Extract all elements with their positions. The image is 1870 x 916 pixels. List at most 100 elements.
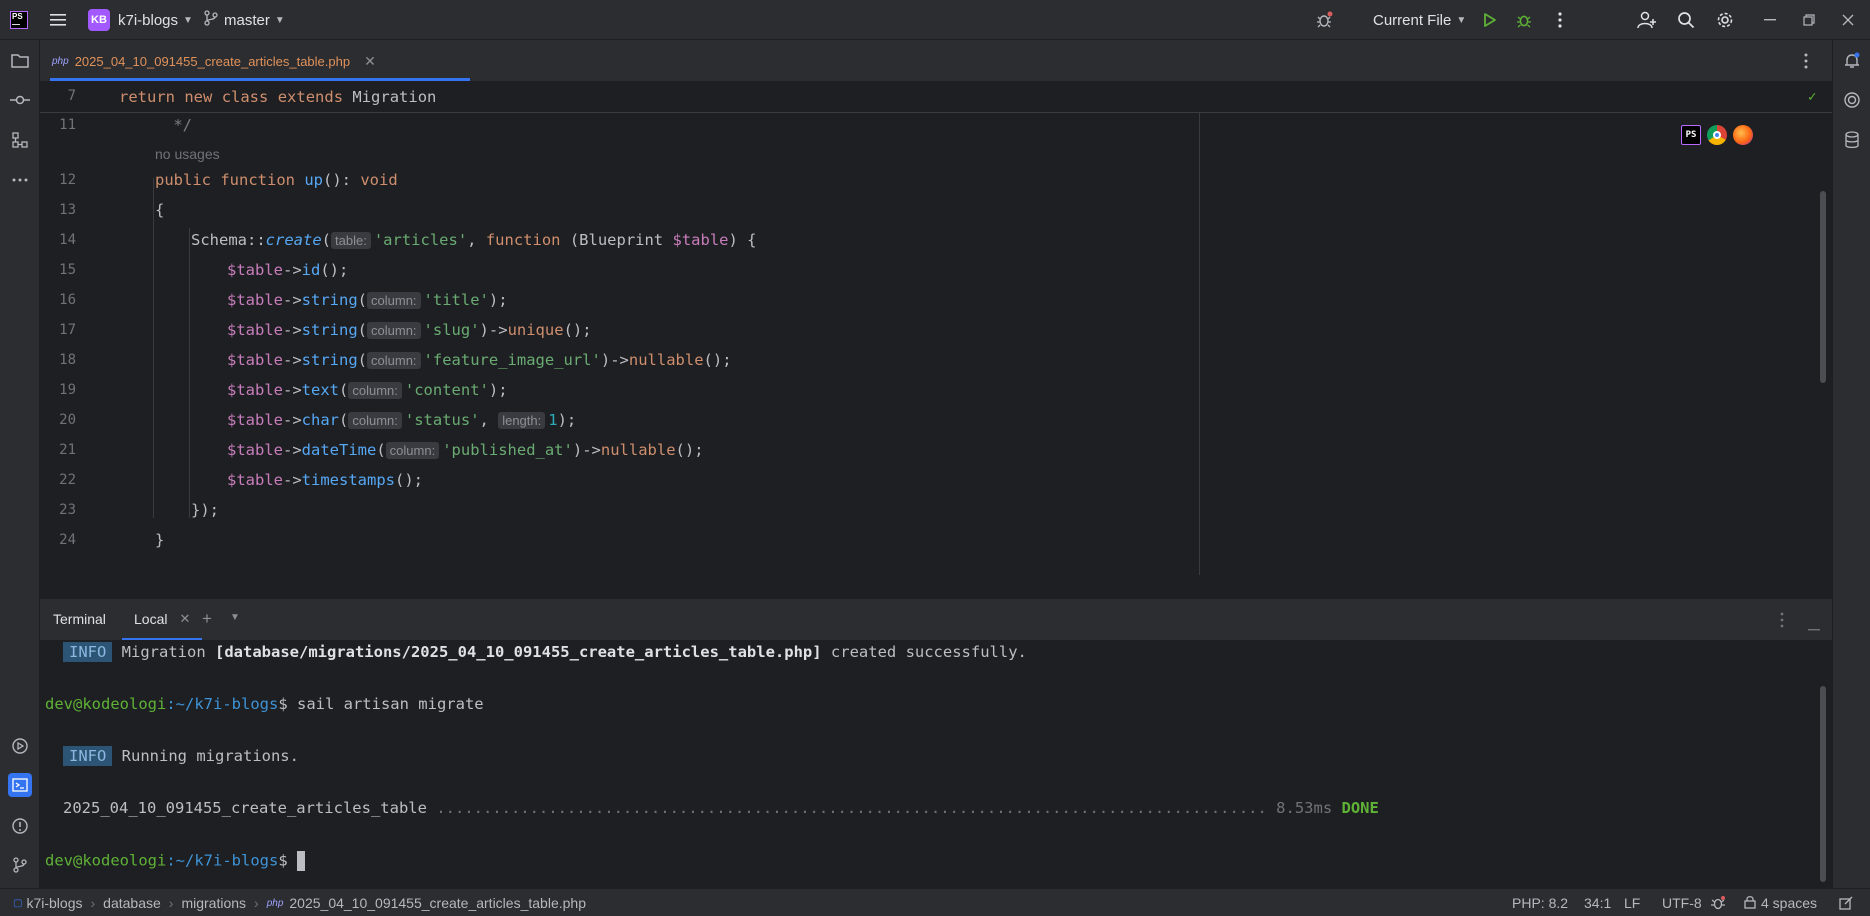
- terminal-scrollbar[interactable]: [1820, 686, 1826, 882]
- terminal-header: Terminal Local ✕ + ▼: [40, 598, 1832, 641]
- line-number: 24: [59, 532, 76, 548]
- branch-selector[interactable]: master ▼: [204, 0, 285, 40]
- code-line: $table->id();: [227, 261, 349, 279]
- sticky-scroll-line[interactable]: 7 return new class extends Migration ✓: [40, 83, 1832, 113]
- terminal-tab-label: Local: [134, 610, 168, 627]
- more-actions-icon[interactable]: [1548, 8, 1572, 32]
- git-icon[interactable]: [8, 853, 32, 877]
- line-number: 19: [59, 382, 76, 398]
- phpstorm-browser-icon[interactable]: PS: [1681, 125, 1701, 145]
- chevron-right-icon: ›: [90, 895, 96, 911]
- terminal-line: INFO Migration [database/migrations/2025…: [63, 642, 1027, 662]
- gear-icon[interactable]: [1713, 8, 1737, 32]
- terminal-prompt-line[interactable]: dev@kodeologi:~/k7i-blogs$: [45, 851, 305, 871]
- status-bar: ▢ k7i-blogs › database › migrations › ph…: [0, 888, 1870, 916]
- left-tool-window-bar: [0, 40, 40, 888]
- debug-status-icon[interactable]: [1710, 889, 1726, 916]
- terminal-options-icon[interactable]: [1780, 612, 1784, 631]
- line-ending-selector[interactable]: LF: [1624, 889, 1640, 916]
- breadcrumb-item[interactable]: 2025_04_10_091455_create_articles_table.…: [289, 895, 586, 911]
- minimize-icon[interactable]: [1758, 8, 1782, 32]
- php-version-indicator[interactable]: PHP: 8.2: [1512, 889, 1568, 916]
- hide-panel-icon[interactable]: [1808, 619, 1820, 634]
- terminal-line: dev@kodeologi:~/k7i-blogs$ sail artisan …: [45, 695, 484, 713]
- info-badge: INFO: [63, 746, 113, 766]
- editor-scrollbar[interactable]: [1820, 191, 1826, 383]
- debug-bug-icon[interactable]: [1312, 8, 1336, 32]
- tab-options-icon[interactable]: [1804, 53, 1808, 72]
- add-user-icon[interactable]: [1635, 8, 1659, 32]
- code-line: }: [155, 531, 165, 549]
- main-menu-icon[interactable]: [46, 8, 70, 32]
- problems-icon[interactable]: [8, 814, 32, 838]
- run-play-icon[interactable]: [1478, 8, 1502, 32]
- line-number: 22: [59, 472, 76, 488]
- debug-icon[interactable]: [1512, 8, 1536, 32]
- firefox-browser-icon[interactable]: [1733, 125, 1753, 145]
- branch-name: master: [224, 11, 270, 29]
- commit-icon[interactable]: [8, 88, 32, 112]
- database-icon[interactable]: [1840, 128, 1864, 152]
- search-icon[interactable]: [1674, 8, 1698, 32]
- code-line: $table->string(column:'slug')->unique();: [227, 321, 592, 339]
- phpstorm-logo-icon[interactable]: PS —: [10, 11, 28, 29]
- project-avatar: KB: [88, 9, 110, 31]
- terminal-line: INFO Running migrations.: [63, 746, 299, 766]
- notifications-bell-icon[interactable]: [1840, 49, 1864, 73]
- ai-assistant-icon[interactable]: [1840, 88, 1864, 112]
- encoding-label: UTF-8: [1662, 895, 1702, 911]
- structure-icon[interactable]: [8, 128, 32, 152]
- git-branch-icon: [204, 10, 218, 30]
- terminal-title[interactable]: Terminal: [53, 611, 106, 627]
- open-in-browser-toolbar: PS: [1681, 125, 1753, 145]
- no-problems-check-icon[interactable]: ✓: [1808, 89, 1816, 105]
- active-tab-indicator: [50, 78, 470, 81]
- usages-inlay-hint[interactable]: no usages: [155, 146, 220, 162]
- code-line: $table->timestamps();: [227, 471, 423, 489]
- project-selector[interactable]: KB k7i-blogs ▼: [88, 0, 193, 40]
- indent-selector[interactable]: 4 spaces: [1744, 889, 1817, 916]
- editor-tab[interactable]: php 2025_04_10_091455_create_articles_ta…: [40, 40, 388, 82]
- breadcrumb: ▢ k7i-blogs › database › migrations › ph…: [13, 889, 586, 916]
- more-tool-windows-icon[interactable]: [8, 168, 32, 192]
- terminal-cursor: [296, 851, 305, 871]
- close-tab-icon[interactable]: ✕: [179, 611, 190, 627]
- restore-window-icon[interactable]: [1797, 8, 1821, 32]
- line-number: 21: [59, 442, 76, 458]
- line-number: 23: [59, 502, 76, 518]
- chrome-browser-icon[interactable]: [1707, 125, 1727, 145]
- read-only-toggle-icon[interactable]: [1838, 889, 1854, 916]
- terminal-tab-local[interactable]: Local ✕: [122, 599, 203, 641]
- caret-position[interactable]: 34:1: [1584, 889, 1611, 916]
- breadcrumb-item[interactable]: migrations: [181, 895, 246, 911]
- close-tab-icon[interactable]: ✕: [364, 53, 376, 70]
- chevron-right-icon: ›: [254, 895, 259, 911]
- terminal-icon[interactable]: [8, 773, 32, 797]
- right-margin-guide: [1199, 113, 1200, 575]
- code-line: });: [191, 501, 219, 519]
- run-config-label: Current File: [1373, 11, 1452, 29]
- breadcrumb-item[interactable]: k7i-blogs: [26, 895, 82, 911]
- code-editor[interactable]: PS 11 */ no usages 12 public function up…: [40, 113, 1832, 575]
- code-line: Schema::create(table:'articles', functio…: [191, 231, 757, 249]
- editor-tab-filename: 2025_04_10_091455_create_articles_table.…: [74, 53, 351, 69]
- new-tab-plus-icon[interactable]: +: [202, 609, 212, 629]
- line-number: 18: [59, 352, 76, 368]
- chevron-right-icon: ›: [168, 895, 174, 911]
- line-number: 13: [59, 202, 76, 218]
- close-window-icon[interactable]: [1836, 8, 1860, 32]
- php-file-icon: php: [52, 55, 69, 67]
- terminal-output[interactable]: INFO Migration [database/migrations/2025…: [40, 640, 1832, 888]
- services-run-icon[interactable]: [8, 734, 32, 758]
- project-name: k7i-blogs: [118, 11, 179, 29]
- editor-tab-bar: php 2025_04_10_091455_create_articles_ta…: [40, 40, 1832, 82]
- php-version-label: PHP: 8.2: [1512, 895, 1569, 911]
- chevron-down-icon[interactable]: ▼: [230, 612, 240, 623]
- line-number: 12: [59, 172, 76, 188]
- encoding-selector[interactable]: UTF-8: [1662, 889, 1702, 916]
- run-config-selector[interactable]: Current File ▼: [1373, 0, 1466, 40]
- project-folder-icon[interactable]: [8, 49, 32, 73]
- breadcrumb-item[interactable]: database: [103, 895, 161, 911]
- module-icon: ▢: [13, 897, 23, 909]
- line-number: 14: [59, 232, 76, 248]
